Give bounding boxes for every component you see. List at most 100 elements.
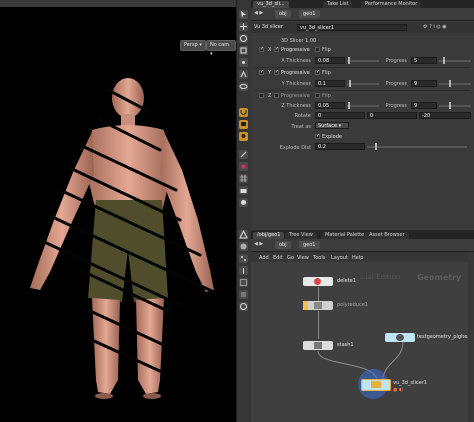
grid-icon [240,175,247,182]
tab-parameters[interactable]: vu_3d_sli... [253,1,289,8]
network-breadcrumb-obj[interactable]: obj [275,241,291,249]
axis-z-flip-checkbox[interactable] [315,93,320,98]
tab-material-palette[interactable]: Material Palette [321,232,369,239]
menu-tools[interactable]: Tools [313,255,325,261]
node-delete1-label: delete1 [337,278,356,284]
xray-toggle-button[interactable] [239,302,248,311]
axis-z-thickness-slider-handle[interactable] [348,102,350,109]
scene-viewport[interactable]: Persp ▾ No cam ▾ [0,0,236,422]
axis-x-thickness-slider[interactable] [347,60,379,62]
node-testgeometry-pighead1[interactable] [385,333,415,342]
axis-y-progress-slider[interactable] [439,83,471,85]
axis-x-flip-checkbox[interactable] [315,47,320,52]
rotate-label: Rotate [294,113,311,119]
treat-as-value: Surface [318,123,338,129]
shaded-toggle-button[interactable] [239,242,248,251]
delete-icon [314,278,321,285]
node-vu-3d-slicer1[interactable] [361,379,391,391]
breadcrumb-geo[interactable]: geo1 [299,10,320,18]
axis-z-thickness-field[interactable]: 0.05 [315,102,345,109]
tab-asset-browser[interactable]: Asset Browser [365,232,409,239]
node-polyreduce1[interactable] [303,301,333,310]
handle-tool-button[interactable] [239,58,248,67]
axis-z-enable-checkbox[interactable] [259,93,264,98]
axis-x-enable-checkbox[interactable] [259,46,264,52]
bounds-toggle-button[interactable] [239,278,248,287]
axis-x-progress-value: 5 [414,58,418,64]
back-arrow-icon[interactable]: ◀ ▶ [254,10,263,16]
axis-x-thickness-field[interactable]: 0.08 [315,57,345,64]
sliced-character-model [30,78,216,399]
brush-tool-button[interactable] [239,150,248,159]
camera-tool-button[interactable] [239,186,248,195]
rotate-z-field[interactable]: -20 [419,112,471,119]
tab-performance-monitor[interactable]: Performance Monitor [361,1,422,8]
explode-dist-slider-handle[interactable] [375,143,377,150]
axis-x-thickness-slider-handle[interactable] [348,57,350,64]
network-editor-pane[interactable]: /obj/geo1 Tree View Material Palette Ass… [251,231,474,422]
grid-tool-button[interactable] [239,174,248,183]
ghost-tool-button[interactable] [239,198,248,207]
menu-edit[interactable]: Edit [273,255,283,261]
xray-icon [240,303,247,310]
axis-z-progress-slider-handle[interactable] [449,102,451,109]
axis-z-progress-field[interactable]: 9 [411,102,437,109]
tab-tree-view[interactable]: Tree View [285,232,317,239]
axis-z-progressive-checkbox[interactable] [274,93,279,98]
rotate-x-field[interactable]: 0 [315,112,365,119]
rotate-tool-button[interactable] [239,34,248,43]
view-tool-button[interactable] [239,82,248,91]
menu-add[interactable]: Add [259,255,269,261]
rotate-y-field[interactable]: 0 [367,112,417,119]
tab-performance-monitor-label: Performance Monitor [365,1,418,7]
axis-x-progress-field[interactable]: 5 [411,57,437,64]
select-tool-button[interactable] [239,10,248,19]
node-stash1[interactable] [303,341,333,350]
axis-y-thickness-slider-handle[interactable] [349,80,351,87]
wireframe-toggle-button[interactable] [239,230,248,239]
network-back-arrow-icon[interactable]: ◀ ▶ [254,241,263,247]
axis-z-progress-slider[interactable] [439,105,471,107]
tab-network-geo1[interactable]: /obj/geo1 [253,232,285,239]
axis-y-thickness-slider[interactable] [347,83,379,85]
axis-y-progress-field[interactable]: 9 [411,80,437,87]
node-name-field[interactable]: vu_3d_slicer1 [297,24,407,31]
transform-tool-button[interactable] [239,22,248,31]
axis-y-flip-checkbox[interactable] [315,69,320,75]
axis-y-progressive-checkbox[interactable] [274,69,279,75]
handle-icon [242,61,245,64]
explode-dist-slider[interactable] [367,146,467,148]
network-breadcrumb-geo[interactable]: geo1 [299,241,320,249]
axis-z-thickness-slider[interactable] [347,105,379,107]
lighting-toggle-button[interactable] [239,132,248,141]
points-toggle-button[interactable] [239,254,248,263]
menu-layout[interactable]: Layout [331,255,348,261]
node-delete1[interactable] [303,277,333,286]
backface-toggle-button[interactable] [239,290,248,299]
network-scrollbar[interactable] [468,252,474,422]
axis-x-progress-slider-handle[interactable] [443,57,445,64]
explode-dist-field[interactable]: 0.2 [315,143,365,150]
treat-as-dropdown[interactable]: Surface ▾ [315,122,349,129]
axis-z-progress-value: 9 [414,103,418,109]
snap-toggle-button[interactable] [239,108,248,117]
axis-y-thickness-field[interactable]: 0.1 [315,80,345,87]
pose-icon [240,70,247,78]
axis-y-progress-slider-handle[interactable] [449,80,451,87]
bypass-flag[interactable] [303,301,308,310]
axis-y-enable-checkbox[interactable] [259,69,264,75]
menu-view[interactable]: View [297,255,309,261]
normals-toggle-button[interactable] [239,266,248,275]
axis-x-progressive-checkbox[interactable] [274,46,279,52]
explode-checkbox[interactable] [315,133,320,139]
pose-tool-button[interactable] [239,70,248,79]
menu-help[interactable]: Help [352,255,363,261]
header-icons[interactable]: ⚙ ? i ◎ ◉ [423,24,447,30]
menu-go[interactable]: Go [287,255,294,261]
axis-x-thickness-label: X Thickness [281,58,311,64]
tab-take-list[interactable]: Take List [323,1,353,8]
scale-tool-button[interactable] [239,46,248,55]
breadcrumb-obj[interactable]: obj [275,10,291,18]
display-toggle-button[interactable] [239,120,248,129]
paint-tool-button[interactable] [239,162,248,171]
